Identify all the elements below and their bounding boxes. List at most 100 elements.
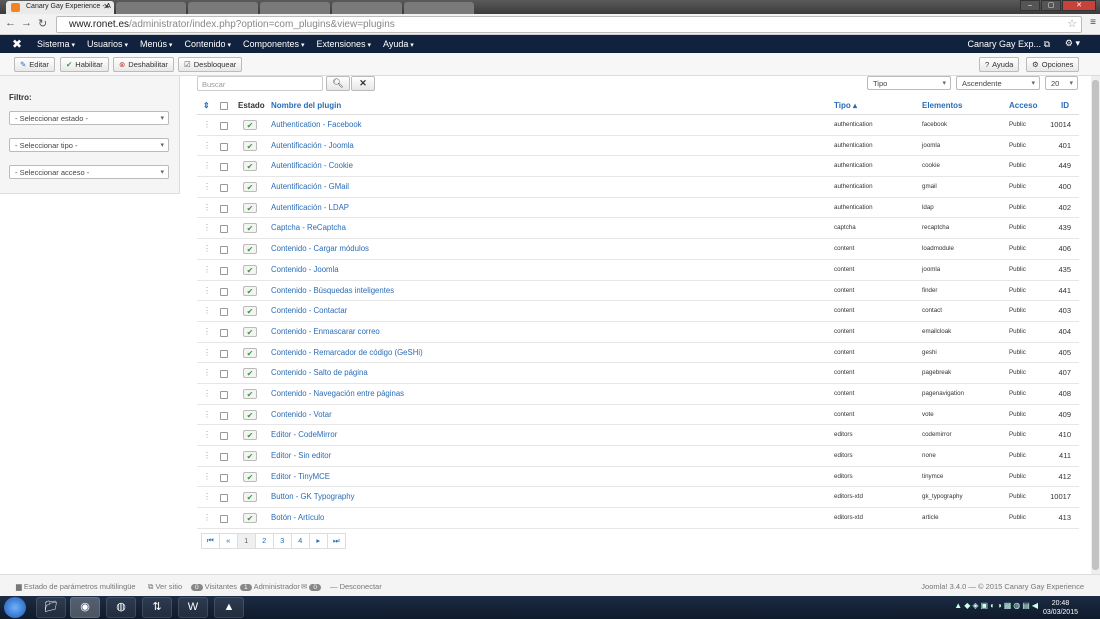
clear-button[interactable]: ✕ <box>351 76 375 91</box>
row-checkbox[interactable] <box>220 390 228 399</box>
drag-handle-icon[interactable]: ⋮ <box>203 430 211 439</box>
enabled-status-icon[interactable]: ✔ <box>243 306 257 317</box>
plugin-name-link[interactable]: Contenido - Remarcador de código (GeSHi) <box>271 348 423 357</box>
row-checkbox[interactable] <box>220 432 228 441</box>
last-page-icon[interactable]: ⏭ <box>327 533 346 549</box>
plugin-name-link[interactable]: Contenido - Cargar módulos <box>271 244 369 253</box>
enabled-status-icon[interactable]: ✔ <box>243 409 257 420</box>
row-checkbox[interactable] <box>220 142 228 151</box>
page-3[interactable]: 3 <box>273 533 292 549</box>
enabled-status-icon[interactable]: ✔ <box>243 513 257 524</box>
enabled-status-icon[interactable]: ✔ <box>243 182 257 193</box>
enabled-status-icon[interactable]: ✔ <box>243 430 257 441</box>
forward-icon[interactable]: → <box>21 17 32 29</box>
drag-handle-icon[interactable]: ⋮ <box>203 244 211 253</box>
row-checkbox[interactable] <box>220 370 228 379</box>
prev-page-icon[interactable]: « <box>219 533 238 549</box>
drag-handle-icon[interactable]: ⋮ <box>203 472 211 481</box>
browser-tab[interactable] <box>188 2 258 14</box>
row-checkbox[interactable] <box>220 225 228 234</box>
plugin-name-link[interactable]: Editor - CodeMirror <box>271 430 337 439</box>
row-checkbox[interactable] <box>220 204 228 213</box>
browser-tab[interactable] <box>332 2 402 14</box>
drag-handle-icon[interactable]: ⋮ <box>203 451 211 460</box>
row-checkbox[interactable] <box>220 349 228 358</box>
enabled-status-icon[interactable]: ✔ <box>243 388 257 399</box>
maximize-icon[interactable]: ▢ <box>1041 0 1061 11</box>
page-scrollbar[interactable] <box>1091 76 1100 574</box>
drag-handle-icon[interactable]: ⋮ <box>203 265 211 274</box>
word-icon[interactable]: W <box>178 597 208 618</box>
explorer-icon[interactable]: 📁︎ <box>36 597 66 618</box>
row-checkbox[interactable] <box>220 184 228 193</box>
user-menu-gear-icon[interactable]: ⚙ ▾ <box>1065 38 1080 49</box>
paint-app-icon[interactable]: ▲ <box>214 597 244 618</box>
drag-handle-icon[interactable]: ⋮ <box>203 492 211 501</box>
header-type[interactable]: Tipo ▴ <box>834 101 857 110</box>
row-checkbox[interactable] <box>220 515 228 524</box>
row-checkbox[interactable] <box>220 453 228 461</box>
disable-button[interactable]: ⊗ Deshabilitar <box>113 57 174 72</box>
sort-field-select[interactable]: Tipo <box>867 76 951 90</box>
limit-select[interactable]: 20 <box>1045 76 1078 90</box>
drag-handle-icon[interactable]: ⋮ <box>203 223 211 232</box>
enabled-status-icon[interactable]: ✔ <box>243 244 257 255</box>
enabled-status-icon[interactable]: ✔ <box>243 368 257 379</box>
menu-usuarios[interactable]: Usuarios <box>87 39 128 49</box>
browser-menu-icon[interactable]: ≡ <box>1090 17 1096 28</box>
multilang-status-link[interactable]: ▆ Estado de parámetros multilingüe <box>16 582 136 591</box>
plugin-name-link[interactable]: Button - GK Typography <box>271 492 355 501</box>
menu-componentes[interactable]: Componentes <box>243 39 305 49</box>
drag-handle-icon[interactable]: ⋮ <box>203 368 211 377</box>
page-4[interactable]: 4 <box>291 533 310 549</box>
network-app-icon[interactable]: ⇅ <box>142 597 172 618</box>
joomla-logo-icon[interactable]: ✖ <box>12 37 22 51</box>
minimize-icon[interactable]: – <box>1020 0 1040 11</box>
header-status[interactable]: Estado <box>238 101 265 110</box>
windows-start-icon[interactable] <box>4 597 26 618</box>
url-input[interactable]: www.ronet.es/administrator/index.php?opt… <box>56 16 1082 33</box>
enabled-status-icon[interactable]: ✔ <box>243 326 257 337</box>
row-checkbox[interactable] <box>220 328 228 337</box>
plugin-name-link[interactable]: Editor - TinyMCE <box>271 472 330 481</box>
drag-handle-icon[interactable]: ⋮ <box>203 286 211 295</box>
row-checkbox[interactable] <box>220 163 228 172</box>
view-site-link[interactable]: ⧉ Ver sitio <box>148 582 182 592</box>
row-checkbox[interactable] <box>220 266 228 275</box>
enabled-status-icon[interactable]: ✔ <box>243 471 257 482</box>
page-1[interactable]: 1 <box>237 533 256 549</box>
enabled-status-icon[interactable]: ✔ <box>243 140 257 151</box>
drag-handle-icon[interactable]: ⋮ <box>203 203 211 212</box>
plugin-name-link[interactable]: Contenido - Enmascarar correo <box>271 327 380 336</box>
menu-ayuda[interactable]: Ayuda <box>383 39 414 49</box>
menu-contenido[interactable]: Contenido <box>184 39 231 49</box>
plugin-name-link[interactable]: Autentificación - Joomla <box>271 141 354 150</box>
edit-button[interactable]: ✎ Editar <box>14 57 55 72</box>
plugin-name-link[interactable]: Autentificación - GMail <box>271 182 349 191</box>
menu-menus[interactable]: Menús <box>140 39 172 49</box>
plugin-name-link[interactable]: Contenido - Navegación entre páginas <box>271 389 404 398</box>
plugin-name-link[interactable]: Contenido - Contactar <box>271 306 347 315</box>
drag-handle-icon[interactable]: ⋮ <box>203 120 211 129</box>
clock[interactable]: 20:48 03/03/2015 <box>1043 599 1078 617</box>
drag-handle-icon[interactable]: ⋮ <box>203 161 211 170</box>
drag-handle-icon[interactable]: ⋮ <box>203 389 211 398</box>
plugin-name-link[interactable]: Contenido - Salto de página <box>271 368 368 377</box>
row-checkbox[interactable] <box>220 473 228 482</box>
enabled-status-icon[interactable]: ✔ <box>243 161 257 172</box>
drag-handle-icon[interactable]: ⋮ <box>203 348 211 357</box>
header-name[interactable]: Nombre del plugin <box>271 101 341 110</box>
enabled-status-icon[interactable]: ✔ <box>243 202 257 213</box>
messages-indicator[interactable]: ✉ 0 <box>301 582 323 591</box>
drag-handle-icon[interactable]: ⋮ <box>203 513 211 522</box>
sort-order-select[interactable]: Ascendente <box>956 76 1040 90</box>
browser-tab[interactable] <box>116 2 186 14</box>
row-checkbox[interactable] <box>220 308 228 317</box>
plugin-name-link[interactable]: Contenido - Votar <box>271 410 332 419</box>
drag-handle-icon[interactable]: ⋮ <box>203 410 211 419</box>
enabled-status-icon[interactable]: ✔ <box>243 120 257 130</box>
plugin-name-link[interactable]: Contenido - Joomla <box>271 265 339 274</box>
plugin-name-link[interactable]: Captcha - ReCaptcha <box>271 223 346 232</box>
status-filter-select[interactable]: - Seleccionar estado - <box>9 111 169 125</box>
unlock-button[interactable]: ☑ Desbloquear <box>178 57 243 72</box>
